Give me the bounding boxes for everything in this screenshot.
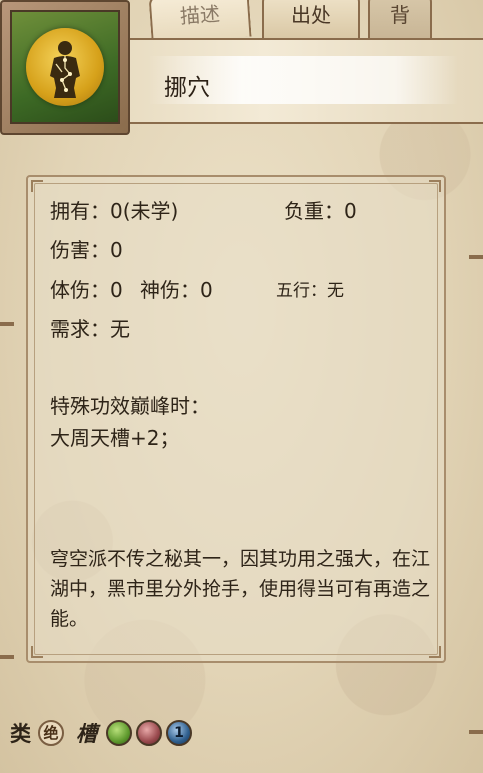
owned-stat: 拥有：0(未学) [50, 199, 179, 223]
skill-title-bar: 挪穴 [118, 38, 483, 124]
slot-label: 槽 [76, 722, 97, 746]
requirement-stat: 需求：无 [50, 317, 130, 341]
left-edge-ornament [0, 322, 14, 326]
tab-description-label: 描述 [179, 1, 221, 29]
special-effect-heading: 特殊功效巅峰时： [50, 394, 210, 418]
element-stat: 五行：无 [276, 281, 344, 301]
corner-ornament [429, 180, 441, 192]
left-edge-ornament-2 [0, 655, 14, 659]
right-edge-ornament-2 [469, 730, 483, 734]
weight-stat: 负重：0 [284, 199, 357, 223]
corner-ornament [31, 180, 43, 192]
damage-stat: 伤害：0 [50, 238, 123, 262]
category-label: 类 [10, 722, 31, 746]
body-damage-stat: 体伤：0 [50, 278, 123, 302]
info-panel: 拥有：0(未学) 负重：0 伤害：0 体伤：0 神伤：0 五行：无 需求：无 特… [26, 175, 446, 663]
tab-background-label: 背 [390, 3, 410, 27]
tab-source-label: 出处 [291, 3, 331, 27]
right-edge-ornament [469, 255, 483, 259]
skill-name: 挪穴 [164, 75, 210, 101]
spirit-damage-stat: 神伤：0 [140, 278, 213, 302]
meridian-body-icon [26, 28, 104, 106]
corner-ornament [31, 646, 43, 658]
special-effect-value: 大周天槽+2； [50, 426, 180, 450]
skill-icon-frame[interactable] [0, 0, 130, 135]
tab-source[interactable]: 出处 [262, 0, 360, 40]
tab-background[interactable]: 背 [368, 0, 432, 40]
corner-ornament [429, 646, 441, 658]
tab-description[interactable]: 描述 [148, 0, 252, 44]
red-orb-icon[interactable] [136, 720, 162, 746]
green-orb-icon[interactable] [106, 720, 132, 746]
category-badge[interactable]: 绝 [38, 720, 64, 746]
skill-description: 穹空派不传之秘其一，因其功用之强大，在江湖中，黑市里分外抢手，使用得当可有再造之… [50, 548, 431, 630]
blue-orb-icon[interactable]: 1 [166, 720, 192, 746]
skill-icon-background [10, 10, 120, 124]
